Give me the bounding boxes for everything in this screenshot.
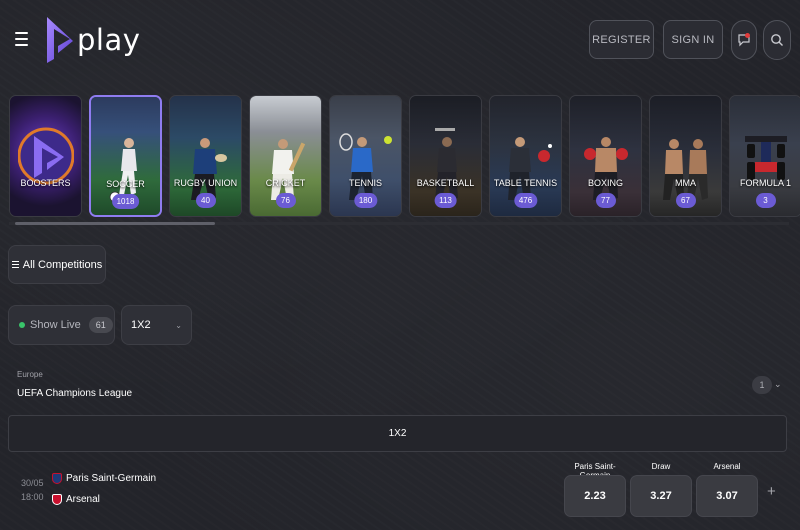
sport-card-mma[interactable]: MMA 67	[649, 95, 722, 217]
sport-card-label: SOCCER	[106, 179, 145, 189]
live-indicator-dot	[19, 322, 25, 328]
register-button[interactable]: REGISTER	[589, 20, 654, 59]
odds-button-home[interactable]: 2.23	[564, 475, 626, 517]
match-datetime: 30/05 18:00	[21, 476, 44, 504]
all-competitions-button[interactable]: All Competitions	[8, 245, 106, 284]
play-logo-icon	[47, 17, 73, 63]
sport-card-label: RUGBY UNION	[173, 178, 238, 188]
sport-card-soccer[interactable]: SOCCER 1018	[89, 95, 162, 217]
more-markets-plus-icon[interactable]: +	[767, 483, 776, 500]
market-dropdown[interactable]: 1X2 ⌄	[121, 305, 192, 345]
sport-card-count: 180	[353, 193, 378, 208]
search-icon	[771, 34, 783, 46]
live-count-badge: 61	[88, 317, 113, 333]
chat-button[interactable]	[731, 20, 757, 60]
show-live-label: Show Live	[30, 319, 81, 331]
all-competitions-label: All Competitions	[22, 258, 103, 271]
list-icon	[11, 261, 19, 268]
logo-text: play	[77, 23, 141, 57]
market-header-bar: 1X2	[8, 415, 787, 452]
sport-card-label: CRICKET	[265, 178, 306, 188]
sport-card-label: FORMULA 1	[739, 178, 791, 188]
sport-card-cricket[interactable]: CRICKET 76	[249, 95, 322, 217]
sport-card-count: 113	[434, 193, 457, 208]
hamburger-menu-icon[interactable]	[8, 26, 34, 52]
chevron-down-icon: ⌄	[175, 320, 182, 330]
odds-button-draw[interactable]: 3.27	[630, 475, 692, 517]
sport-card-count: 40	[195, 193, 216, 208]
psg-crest-icon	[52, 473, 62, 484]
sport-card-tennis[interactable]: TENNIS 180	[329, 95, 402, 217]
sport-card-label: BOOSTERS	[20, 178, 71, 188]
sport-card-rugby-union[interactable]: RUGBY UNION 40	[169, 95, 242, 217]
search-button[interactable]	[763, 20, 791, 60]
show-live-toggle[interactable]: Show Live 61	[8, 305, 115, 345]
away-team-name: Arsenal	[66, 494, 100, 505]
sign-in-button[interactable]: SIGN IN	[663, 20, 723, 59]
match-time: 18:00	[21, 492, 44, 502]
sport-card-label: BASKETBALL	[416, 178, 475, 188]
sports-carousel: BOOSTERS SOCCER 1018 RUGBY UNION 40 CRIC…	[9, 95, 800, 219]
sport-card-label: MMA	[675, 178, 696, 188]
sport-card-count: 3	[755, 193, 776, 208]
home-team-name: Paris Saint-Germain	[66, 473, 157, 484]
sport-card-boxing[interactable]: BOXING 77	[569, 95, 642, 217]
league-region: Europe	[17, 370, 43, 379]
carousel-scrollbar-thumb[interactable]	[15, 222, 215, 225]
away-team[interactable]: Arsenal	[52, 494, 100, 505]
notification-dot	[745, 33, 750, 38]
sport-card-count: 67	[675, 193, 696, 208]
logo[interactable]: play	[44, 14, 140, 66]
sport-card-count: 76	[275, 193, 296, 208]
sport-card-count: 476	[513, 193, 538, 208]
sport-card-boosters[interactable]: BOOSTERS	[9, 95, 82, 217]
odds-label-draw: Draw	[651, 462, 671, 471]
sport-card-label: TENNIS	[348, 178, 382, 188]
sport-card-formula-1[interactable]: FORMULA 1 3	[729, 95, 800, 217]
sport-card-table-tennis[interactable]: TABLE TENNIS 476	[489, 95, 562, 217]
market-selected-value: 1X2	[131, 319, 151, 331]
sport-card-count: 1018	[111, 194, 140, 209]
sport-card-label: BOXING	[587, 178, 623, 188]
sport-card-count: 77	[595, 193, 616, 208]
odds-button-away[interactable]: 3.07	[696, 475, 758, 517]
sport-card-label: TABLE TENNIS	[493, 178, 558, 188]
odds-label-away: Arsenal	[713, 462, 741, 471]
match-date: 30/05	[21, 478, 44, 488]
home-team[interactable]: Paris Saint-Germain	[52, 473, 156, 484]
arsenal-crest-icon	[52, 494, 62, 505]
league-name[interactable]: UEFA Champions League	[17, 388, 132, 399]
header: play REGISTER SIGN IN	[0, 0, 800, 80]
league-count-badge: 1	[752, 376, 772, 394]
sport-card-basketball[interactable]: BASKETBALL 113	[409, 95, 482, 217]
league-collapse-chevron-icon[interactable]: ⌄	[774, 379, 782, 390]
